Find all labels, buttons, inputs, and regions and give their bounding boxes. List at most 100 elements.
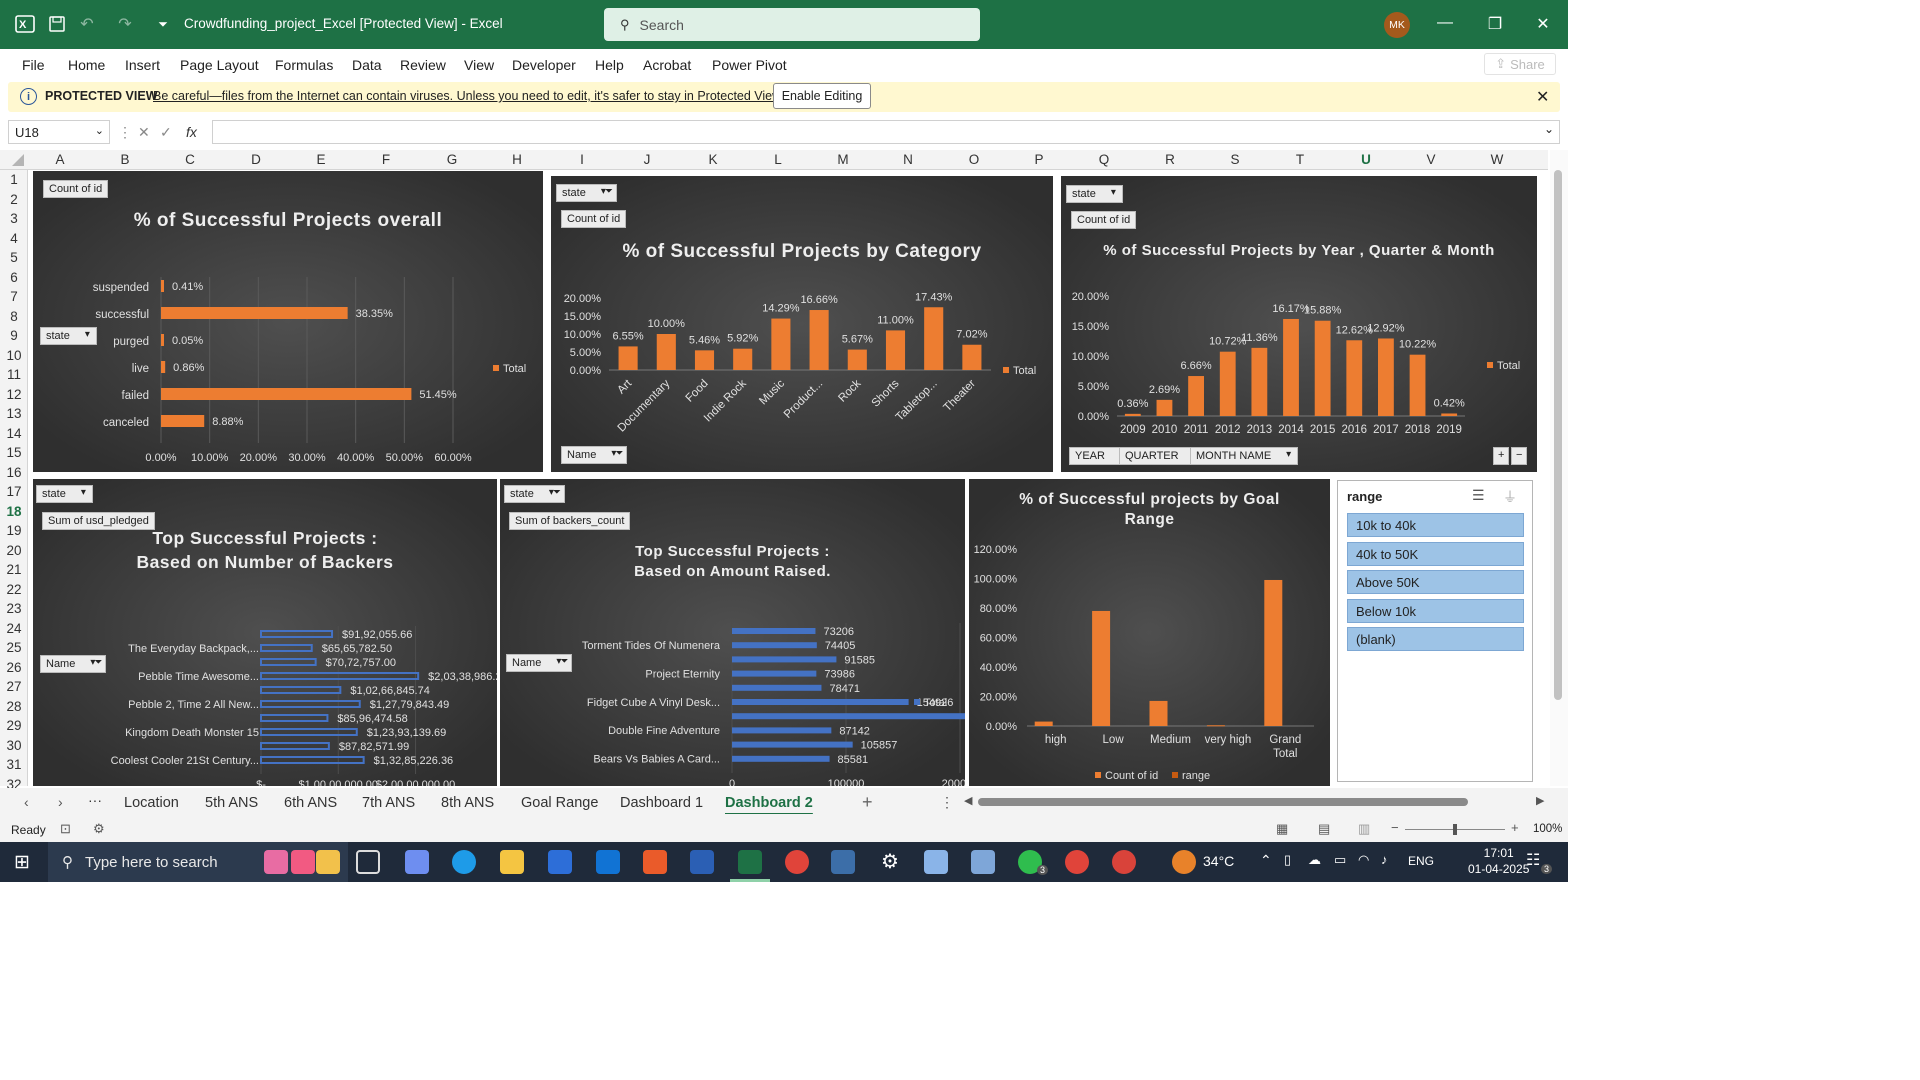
menu-help[interactable]: Help [595,57,624,73]
row-header[interactable]: 5 [0,250,28,265]
settings-icon[interactable]: ⚙ [878,850,902,874]
chrome-icon[interactable] [785,850,809,874]
tulips-icon[interactable] [291,850,315,874]
row-header[interactable]: 2 [0,192,28,207]
battery-icon[interactable]: ▭ [1334,852,1346,868]
zoom-out-icon[interactable]: − [1391,820,1399,835]
row-header[interactable]: 17 [0,484,28,499]
expand-formula-icon[interactable]: ⌄ [1544,122,1554,136]
row-header[interactable]: 11 [0,367,28,382]
device-icon[interactable]: ▯ [1284,852,1291,868]
range-slicer[interactable]: range ☰ ⏚ 10k to 40k 40k to 50K Above 50… [1337,480,1533,782]
menu-power-pivot[interactable]: Power Pivot [712,57,787,73]
minimize-icon[interactable]: — [1434,14,1456,36]
row-header[interactable]: 25 [0,640,28,655]
row-header[interactable]: 16 [0,465,28,480]
row-header[interactable]: 1 [0,172,28,187]
language-indicator[interactable]: ENG [1408,854,1434,868]
column-header[interactable]: W [1487,152,1507,167]
scroll-left-icon[interactable]: ◀ [964,794,972,807]
copilot-icon[interactable] [405,850,429,874]
share-button[interactable]: ⇪ Share [1484,53,1556,75]
slicer-item[interactable]: Above 50K [1347,570,1524,594]
sheet-tab-location[interactable]: Location [124,795,179,811]
customize-toolbar-icon[interactable]: ⏷ [152,13,174,35]
row-header[interactable]: 4 [0,231,28,246]
column-header[interactable]: B [115,152,135,167]
slicer-item[interactable]: 10k to 40k [1347,513,1524,537]
windows-start-icon[interactable]: ⊞ [14,851,30,874]
scroll-tabs-left-icon[interactable]: ‹ [24,794,29,810]
menu-view[interactable]: View [464,57,494,73]
brave-icon[interactable] [643,850,667,874]
row-header[interactable]: 20 [0,543,28,558]
column-header[interactable]: G [442,152,462,167]
more-options-icon[interactable]: ⋮ [118,124,132,141]
menu-insert[interactable]: Insert [125,57,160,73]
macro-record-icon[interactable]: ⊡ [60,821,71,837]
column-header[interactable]: A [50,152,70,167]
row-header[interactable]: 23 [0,601,28,616]
formula-input[interactable] [212,120,1560,144]
tab-options-icon[interactable]: ⋮ [940,794,954,811]
close-icon[interactable]: ✕ [1536,87,1549,107]
normal-view-icon[interactable]: ▦ [1276,821,1288,837]
file-explorer-icon[interactable] [500,850,524,874]
row-header[interactable]: 15 [0,445,28,460]
restore-icon[interactable]: ❐ [1484,14,1506,36]
row-header[interactable]: 19 [0,523,28,538]
insert-function-icon[interactable]: fx [186,124,197,140]
undo-icon[interactable]: ↶ [76,13,98,35]
sheet-tab-8th-ans[interactable]: 8th ANS [441,795,494,811]
sheet-tab-7th-ans[interactable]: 7th ANS [362,795,415,811]
enable-editing-button[interactable]: Enable Editing [773,83,871,109]
menu-page-layout[interactable]: Page Layout [180,57,259,73]
edge-icon[interactable] [452,850,476,874]
row-header[interactable]: 22 [0,582,28,597]
chrome-profile-icon[interactable] [1065,850,1089,874]
accessibility-icon[interactable]: ⚙ [93,821,105,837]
tulips-icon[interactable] [264,850,288,874]
row-header[interactable]: 21 [0,562,28,577]
column-header[interactable]: E [311,152,331,167]
store-icon[interactable] [548,850,572,874]
row-header[interactable]: 7 [0,289,28,304]
menu-formulas[interactable]: Formulas [275,57,333,73]
column-header[interactable]: K [703,152,723,167]
notifications-icon[interactable]: ☷ [1526,850,1540,870]
avatar[interactable]: MK [1384,12,1410,38]
row-header[interactable]: 10 [0,348,28,363]
more-sheets-icon[interactable]: ··· [88,792,102,808]
page-break-view-icon[interactable]: ▥ [1358,821,1370,837]
chart-category[interactable]: state Count of id % of Successful Projec… [551,176,1053,472]
chevron-down-icon[interactable]: ⌄ [95,124,104,137]
multi-select-icon[interactable]: ☰ [1472,487,1485,504]
menu-file[interactable]: File [22,57,45,73]
notepad-icon[interactable] [924,850,948,874]
scroll-tabs-right-icon[interactable]: › [58,794,63,810]
chart-year[interactable]: state Count of id % of Successful Projec… [1061,176,1537,472]
row-header[interactable]: 18 [0,504,28,519]
column-header[interactable]: R [1160,152,1180,167]
chart-backers[interactable]: state Sum of usd_pledged Top Successful … [33,479,497,786]
zoom-level[interactable]: 100% [1533,823,1562,835]
column-header[interactable]: M [833,152,853,167]
slicer-item[interactable]: Below 10k [1347,599,1524,623]
slicer-item[interactable]: (blank) [1347,627,1524,651]
chrome-profile-icon[interactable] [1112,850,1136,874]
row-header[interactable]: 29 [0,718,28,733]
word-icon[interactable] [690,850,714,874]
clock[interactable]: 17:01 01-04-2025 [1468,845,1529,877]
menu-review[interactable]: Review [400,57,446,73]
chart-overall[interactable]: Count of id % of Successful Projects ove… [33,171,543,472]
protected-view-message[interactable]: Be careful—files from the Internet can c… [153,89,784,103]
column-header[interactable]: I [572,152,592,167]
chart-goal[interactable]: % of Successful projects by Goal Range 0… [969,479,1330,786]
zoom-in-icon[interactable]: + [1511,820,1519,835]
row-header[interactable]: 14 [0,426,28,441]
column-header[interactable]: V [1421,152,1441,167]
cancel-icon[interactable]: ✕ [138,124,150,141]
tulips-icon[interactable] [316,850,340,874]
horizontal-scrollbar[interactable] [978,798,1468,806]
redo-icon[interactable]: ↷ [114,13,136,35]
